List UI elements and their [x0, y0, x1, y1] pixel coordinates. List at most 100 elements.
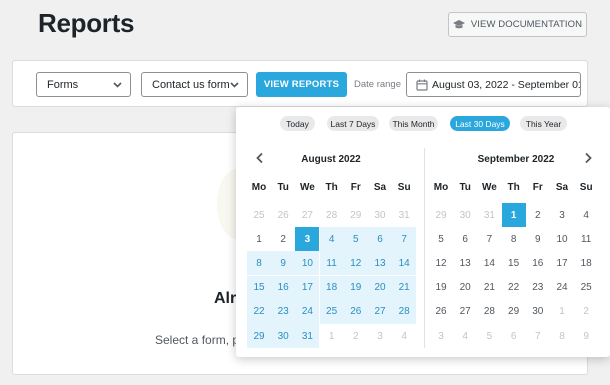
range-preset-today[interactable]: Today [280, 116, 315, 131]
day-cell[interactable]: 16 [271, 275, 296, 300]
day-cell-selected[interactable]: 1 [501, 203, 526, 227]
day-cell[interactable]: 18 [319, 275, 344, 300]
day-cell[interactable]: 28 [320, 203, 344, 227]
day-cell[interactable]: 11 [574, 227, 598, 251]
day-cell[interactable]: 5 [477, 324, 501, 348]
day-cell[interactable]: 26 [429, 300, 453, 324]
day-cell-selected[interactable]: 3 [295, 227, 320, 252]
day-cell[interactable]: 25 [247, 203, 271, 227]
report-toolbar: Forms Contact us form VIEW REPORTS Date … [12, 60, 588, 107]
day-cell[interactable]: 28 [477, 300, 501, 324]
day-cell[interactable]: 8 [550, 324, 574, 348]
day-cell[interactable]: 14 [392, 251, 417, 276]
day-cell[interactable]: 2 [344, 324, 368, 348]
day-cell[interactable]: 15 [502, 251, 526, 275]
form-type-value: Forms [47, 78, 79, 91]
range-preset-this-month[interactable]: This Month [389, 116, 438, 131]
day-cell[interactable]: 12 [343, 251, 368, 276]
day-cell[interactable]: 6 [453, 227, 477, 251]
day-cell[interactable]: 23 [271, 299, 296, 324]
day-cell[interactable]: 7 [392, 227, 417, 252]
day-cell[interactable]: 7 [477, 227, 501, 251]
date-range-input[interactable]: August 03, 2022 - September 01, 2022 [406, 72, 581, 97]
day-cell[interactable]: 17 [295, 275, 320, 300]
day-cell[interactable]: 4 [392, 324, 416, 348]
day-cell[interactable]: 6 [368, 227, 392, 252]
day-cell[interactable]: 31 [477, 203, 501, 227]
day-cell[interactable]: 17 [550, 251, 574, 275]
day-cell[interactable]: 1 [320, 324, 344, 348]
day-cell[interactable]: 13 [368, 251, 392, 276]
day-cell[interactable]: 29 [502, 300, 526, 324]
day-cell[interactable]: 10 [295, 251, 320, 276]
day-cell[interactable]: 21 [392, 275, 417, 300]
day-cell[interactable]: 4 [574, 203, 598, 227]
day-cell[interactable]: 21 [477, 276, 501, 300]
day-cell[interactable]: 25 [319, 299, 344, 324]
day-cell[interactable]: 22 [502, 276, 526, 300]
day-cell[interactable]: 29 [429, 203, 453, 227]
day-cell[interactable]: 20 [368, 275, 392, 300]
view-reports-button[interactable]: VIEW REPORTS [256, 72, 347, 97]
range-preset-last-7-days[interactable]: Last 7 Days [327, 116, 379, 131]
day-cell[interactable]: 26 [343, 299, 368, 324]
day-cell[interactable]: 4 [453, 324, 477, 348]
day-cell[interactable]: 2 [574, 300, 598, 324]
day-cell[interactable]: 27 [295, 203, 319, 227]
day-cell[interactable]: 20 [453, 276, 477, 300]
view-documentation-button[interactable]: VIEW DOCUMENTATION [448, 12, 587, 37]
day-cell[interactable]: 27 [368, 299, 392, 324]
day-cell[interactable]: 10 [550, 227, 574, 251]
day-cell[interactable]: 5 [429, 227, 453, 251]
day-cell[interactable]: 7 [526, 324, 550, 348]
chevron-right-icon[interactable] [583, 152, 593, 164]
empty-state-heading: Alr [214, 290, 237, 307]
day-cell[interactable]: 9 [574, 324, 598, 348]
day-cell[interactable]: 24 [295, 299, 320, 324]
day-cell[interactable]: 3 [429, 324, 453, 348]
date-range-picker: Today Last 7 Days This Month Last 30 Days Th… [236, 107, 610, 357]
range-preset-last-30-days[interactable]: Last 30 Days [450, 116, 510, 131]
day-cell[interactable]: 9 [526, 227, 550, 251]
day-cell[interactable]: 30 [271, 324, 296, 348]
day-cell[interactable]: 19 [429, 276, 453, 300]
day-cell[interactable]: 1 [550, 300, 574, 324]
day-cell[interactable]: 31 [392, 203, 416, 227]
day-cell[interactable]: 1 [247, 227, 271, 251]
day-cell[interactable]: 4 [319, 227, 344, 252]
day-cell[interactable]: 13 [453, 251, 477, 275]
form-name-select[interactable]: Contact us form [141, 72, 248, 97]
day-cell[interactable]: 26 [271, 203, 295, 227]
day-cell[interactable]: 29 [247, 324, 271, 348]
day-cell[interactable]: 29 [344, 203, 368, 227]
day-cell[interactable]: 25 [574, 276, 598, 300]
day-cell[interactable]: 11 [319, 251, 344, 276]
day-cell[interactable]: 2 [526, 203, 550, 227]
day-cell[interactable]: 23 [526, 276, 550, 300]
day-cell[interactable]: 16 [526, 251, 550, 275]
day-cell[interactable]: 30 [453, 203, 477, 227]
day-cell[interactable]: 27 [453, 300, 477, 324]
day-cell[interactable]: 6 [502, 324, 526, 348]
day-cell[interactable]: 24 [550, 276, 574, 300]
day-cell[interactable]: 8 [502, 227, 526, 251]
day-cell[interactable]: 3 [550, 203, 574, 227]
day-cell[interactable]: 5 [343, 227, 368, 252]
form-type-select[interactable]: Forms [36, 72, 131, 97]
range-preset-this-year[interactable]: This Year [520, 116, 567, 131]
day-cell[interactable]: 15 [247, 275, 271, 300]
day-cell[interactable]: 30 [526, 300, 550, 324]
day-cell[interactable]: 2 [271, 227, 295, 251]
day-cell[interactable]: 30 [368, 203, 392, 227]
day-cell[interactable]: 28 [392, 299, 417, 324]
day-cell[interactable]: 9 [271, 251, 296, 276]
chevron-left-icon[interactable] [255, 152, 265, 164]
day-cell[interactable]: 22 [247, 299, 271, 324]
day-cell[interactable]: 18 [574, 251, 598, 275]
day-cell[interactable]: 31 [295, 324, 320, 348]
day-cell[interactable]: 8 [247, 251, 271, 276]
day-cell[interactable]: 12 [429, 251, 453, 275]
day-cell[interactable]: 14 [477, 251, 501, 275]
day-cell[interactable]: 3 [368, 324, 392, 348]
day-cell[interactable]: 19 [343, 275, 368, 300]
